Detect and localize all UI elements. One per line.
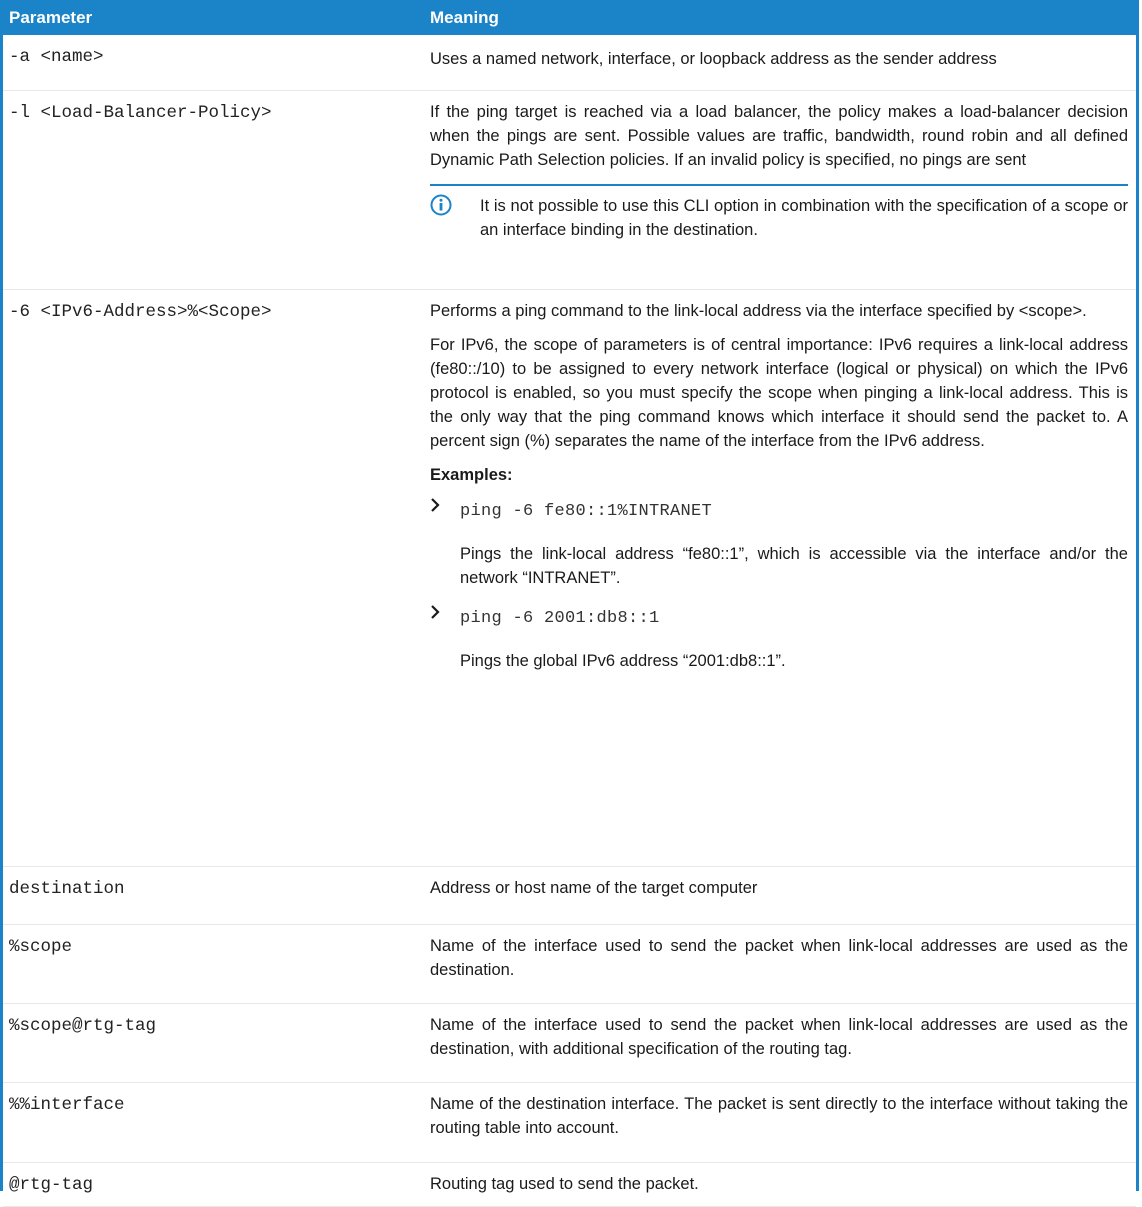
meaning-text: Routing tag used to send the packet. — [430, 1174, 699, 1193]
param-cell: %%interface — [3, 1082, 421, 1163]
param-cell: -l <Load-Balancer-Policy> — [3, 90, 421, 290]
meaning-cell: Name of the interface used to send the p… — [421, 1003, 1136, 1083]
note-text: It is not possible to use this CLI optio… — [480, 196, 1128, 239]
table-row: @rtg-tag Routing tag used to send the pa… — [3, 1162, 1136, 1207]
param-cell: @rtg-tag — [3, 1162, 421, 1207]
parameter-table: Parameter Meaning -a <name> Uses a named… — [3, 0, 1136, 1207]
list-item: ping -6 2001:db8::1 Pings the global IPv… — [430, 604, 1128, 683]
example-code: ping -6 2001:db8::1 — [460, 608, 660, 628]
list-item: ping -6 fe80::1%INTRANET Pings the link-… — [430, 497, 1128, 600]
meaning-text: Name of the destination interface. The p… — [430, 1094, 1128, 1137]
table-row: %scope@rtg-tag Name of the interface use… — [3, 1003, 1136, 1083]
examples-heading: Examples: — [430, 465, 513, 484]
meaning-text-detail: For IPv6, the scope of parameters is of … — [430, 335, 1128, 450]
meaning-text: If the ping target is reached via a load… — [430, 102, 1128, 169]
header-parameter: Parameter — [3, 0, 421, 35]
param-cell: -6 <IPv6-Address>%<Scope> — [3, 289, 421, 867]
meaning-cell: Uses a named network, interface, or loop… — [421, 35, 1136, 91]
table-row: destination Address or host name of the … — [3, 866, 1136, 925]
meaning-cell: Name of the destination interface. The p… — [421, 1082, 1136, 1163]
table-row: -6 <IPv6-Address>%<Scope> Performs a pin… — [3, 289, 1136, 867]
meaning-text: Uses a named network, interface, or loop… — [430, 50, 997, 68]
meaning-text: Performs a ping command to the link-loca… — [430, 301, 1087, 320]
meaning-text: Address or host name of the target compu… — [430, 878, 758, 897]
param-cell: -a <name> — [3, 35, 421, 91]
info-icon — [430, 194, 452, 216]
meaning-cell: Name of the interface used to send the p… — [421, 924, 1136, 1004]
meaning-cell: Address or host name of the target compu… — [421, 866, 1136, 925]
table-row: -a <name> Uses a named network, interfac… — [3, 35, 1136, 91]
table-header-row: Parameter Meaning — [3, 0, 1136, 35]
table-row: -l <Load-Balancer-Policy> If the ping ta… — [3, 90, 1136, 290]
table-row: %%interface Name of the destination inte… — [3, 1082, 1136, 1163]
meaning-cell: Routing tag used to send the packet. — [421, 1162, 1136, 1207]
example-description: Pings the global IPv6 address “2001:db8:… — [460, 651, 786, 670]
meaning-text: Name of the interface used to send the p… — [430, 1015, 1128, 1058]
document-frame: Parameter Meaning -a <name> Uses a named… — [0, 0, 1139, 1207]
param-cell: %scope — [3, 924, 421, 1004]
table-row: %scope Name of the interface used to sen… — [3, 924, 1136, 1004]
chevron-right-icon — [430, 497, 460, 600]
param-cell: destination — [3, 866, 421, 925]
meaning-cell: Performs a ping command to the link-loca… — [421, 289, 1136, 867]
header-meaning: Meaning — [421, 0, 1136, 35]
chevron-right-icon — [430, 604, 460, 683]
meaning-cell: If the ping target is reached via a load… — [421, 90, 1136, 290]
example-description: Pings the link-local address “fe80::1”, … — [460, 544, 1128, 587]
meaning-text: Name of the interface used to send the p… — [430, 936, 1128, 979]
example-code: ping -6 fe80::1%INTRANET — [460, 501, 713, 521]
param-cell: %scope@rtg-tag — [3, 1003, 421, 1083]
info-note: It is not possible to use this CLI optio… — [430, 183, 1128, 242]
